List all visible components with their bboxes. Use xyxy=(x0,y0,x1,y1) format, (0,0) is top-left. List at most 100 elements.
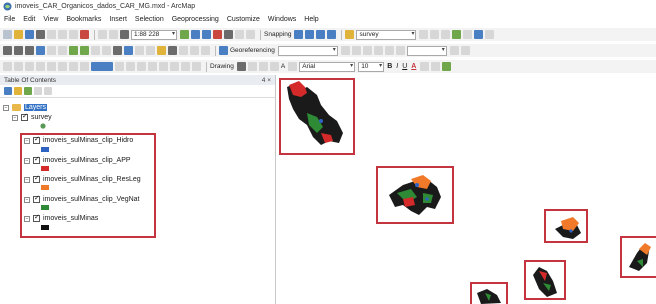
select-elements-icon[interactable] xyxy=(113,46,122,55)
font-size-combo[interactable]: 10 xyxy=(358,61,385,72)
new-text-icon[interactable]: A xyxy=(281,63,285,70)
italic-button[interactable]: I xyxy=(396,63,398,70)
zoom-in-icon[interactable] xyxy=(3,46,12,55)
identify-icon[interactable] xyxy=(124,46,133,55)
layers-root-row[interactable]: − Layers xyxy=(3,103,48,112)
vertex-snapping-icon[interactable] xyxy=(316,30,326,39)
georef-tool-icon[interactable] xyxy=(362,46,372,55)
edit-tool-icon[interactable] xyxy=(170,62,179,71)
paste-icon[interactable] xyxy=(69,30,78,39)
map-canvas[interactable] xyxy=(277,75,656,304)
table-of-contents-icon[interactable] xyxy=(191,30,200,39)
menu-selection[interactable]: Selection xyxy=(135,16,164,23)
select-elements-arrow-icon[interactable] xyxy=(236,62,246,71)
tool-icon[interactable] xyxy=(419,30,429,39)
map-scale-combo[interactable]: 1:88 228 xyxy=(131,29,177,40)
list-by-visibility-icon[interactable] xyxy=(24,87,32,95)
edit-tool-icon[interactable] xyxy=(47,62,56,71)
georef-tool-icon[interactable] xyxy=(351,46,361,55)
menu-edit[interactable]: Edit xyxy=(23,16,35,23)
tool-icon[interactable] xyxy=(441,30,451,39)
georeferencing-label[interactable]: Georeferencing xyxy=(230,47,275,54)
open-icon[interactable] xyxy=(14,30,23,39)
underline-button[interactable]: U xyxy=(402,63,407,70)
georef-tool-icon[interactable] xyxy=(449,46,459,55)
add-data-icon[interactable] xyxy=(120,30,129,39)
edit-tool-icon[interactable] xyxy=(126,62,135,71)
georef-combo[interactable] xyxy=(406,45,447,56)
editor-icon[interactable] xyxy=(180,30,189,39)
edit-tool-icon[interactable] xyxy=(58,62,67,71)
tool-icon[interactable] xyxy=(430,30,440,39)
zoom-to-elements-icon[interactable] xyxy=(258,62,268,71)
edit-tool-icon[interactable] xyxy=(3,62,12,71)
bold-button[interactable]: B xyxy=(387,63,392,70)
menu-help[interactable]: Help xyxy=(304,16,318,23)
edit-tool-icon[interactable] xyxy=(137,62,146,71)
hyperlink-icon[interactable] xyxy=(135,46,144,55)
edit-tool-icon[interactable] xyxy=(36,62,45,71)
tool-icon[interactable] xyxy=(463,30,473,39)
python-icon[interactable] xyxy=(235,30,244,39)
menu-windows[interactable]: Windows xyxy=(268,16,296,23)
tool-icon[interactable] xyxy=(485,30,495,39)
font-color-button[interactable]: A xyxy=(411,63,416,70)
rectangle-icon[interactable] xyxy=(269,62,279,71)
tool-icon[interactable] xyxy=(474,30,484,39)
edit-tool-icon[interactable] xyxy=(80,62,89,71)
georef-tool-icon[interactable] xyxy=(373,46,383,55)
color-ramp-icon[interactable] xyxy=(91,62,113,71)
model-builder-icon[interactable] xyxy=(246,30,255,39)
map-view[interactable] xyxy=(277,75,656,304)
list-by-drawing-order-icon[interactable] xyxy=(4,87,12,95)
menu-file[interactable]: File xyxy=(4,16,15,23)
cut-icon[interactable] xyxy=(47,30,56,39)
arctoolbox-icon[interactable] xyxy=(224,30,233,39)
options-icon[interactable] xyxy=(44,87,52,95)
visibility-checkbox[interactable] xyxy=(21,112,28,121)
collapse-icon[interactable]: − xyxy=(3,104,9,111)
edit-tool-icon[interactable] xyxy=(69,62,78,71)
copy-icon[interactable] xyxy=(58,30,67,39)
edit-tool-icon[interactable] xyxy=(181,62,190,71)
catalog-icon[interactable] xyxy=(202,30,211,39)
fill-color-icon[interactable] xyxy=(420,62,430,71)
edit-tool-icon[interactable] xyxy=(192,62,201,71)
zoom-out-icon[interactable] xyxy=(14,46,23,55)
georef-layer-icon[interactable] xyxy=(219,46,228,55)
previous-extent-icon[interactable] xyxy=(69,46,78,55)
menu-view[interactable]: View xyxy=(43,16,58,23)
fixed-zoom-in-icon[interactable] xyxy=(47,46,56,55)
search-window-icon[interactable] xyxy=(213,30,222,39)
georef-tool-icon[interactable] xyxy=(460,46,470,55)
new-map-icon[interactable] xyxy=(3,30,12,39)
marker-color-icon[interactable] xyxy=(442,62,452,71)
georef-tool-icon[interactable] xyxy=(395,46,405,55)
measure-icon[interactable] xyxy=(157,46,166,55)
layer-combo[interactable]: survey xyxy=(356,29,417,40)
menu-bookmarks[interactable]: Bookmarks xyxy=(66,16,101,23)
next-extent-icon[interactable] xyxy=(80,46,89,55)
menu-geoprocessing[interactable]: Geoprocessing xyxy=(172,16,219,23)
find-icon[interactable] xyxy=(168,46,177,55)
end-snapping-icon[interactable] xyxy=(305,30,315,39)
point-snapping-icon[interactable] xyxy=(294,30,304,39)
find-route-icon[interactable] xyxy=(179,46,188,55)
clear-selection-icon[interactable] xyxy=(102,46,111,55)
list-by-selection-icon[interactable] xyxy=(34,87,42,95)
fixed-zoom-out-icon[interactable] xyxy=(58,46,67,55)
snapping-label[interactable]: Snapping xyxy=(264,31,291,38)
go-to-xy-icon[interactable] xyxy=(190,46,199,55)
toc-pin-close[interactable]: 4 × xyxy=(262,77,271,84)
edit-tool-icon[interactable] xyxy=(115,62,124,71)
undo-icon[interactable] xyxy=(98,30,107,39)
time-slider-icon[interactable] xyxy=(201,46,210,55)
select-features-icon[interactable] xyxy=(91,46,100,55)
edit-tool-icon[interactable] xyxy=(14,62,23,71)
edit-tool-icon[interactable] xyxy=(148,62,157,71)
collapse-icon[interactable]: − xyxy=(12,114,18,121)
drawing-label[interactable]: Drawing xyxy=(210,63,234,70)
full-extent-icon[interactable] xyxy=(36,46,45,55)
edit-vertices-icon[interactable] xyxy=(288,62,298,71)
georeferencing-layer-combo[interactable] xyxy=(277,45,338,56)
